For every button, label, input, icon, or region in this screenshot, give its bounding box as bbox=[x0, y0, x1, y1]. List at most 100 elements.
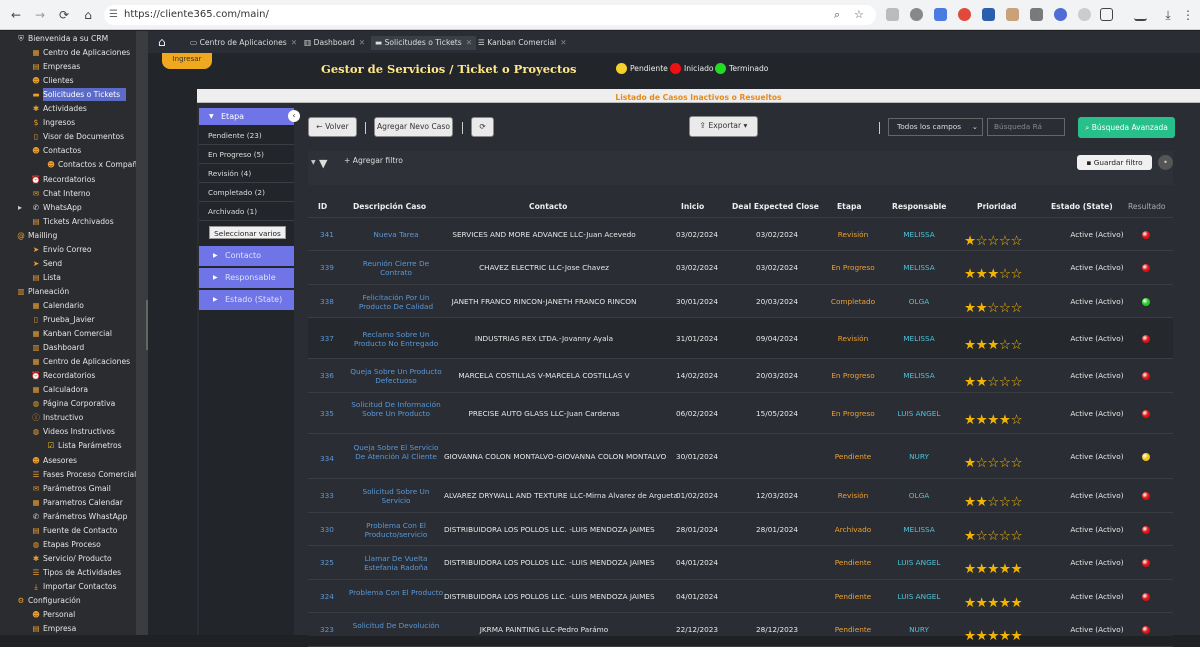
star-filled-icon[interactable]: ★ bbox=[964, 374, 976, 390]
back-button[interactable]: ← Volver bbox=[308, 117, 357, 137]
star-empty-icon[interactable]: ☆ bbox=[1010, 374, 1022, 390]
tab-dashboard[interactable]: ▥ Dashboard ✕ bbox=[304, 36, 365, 50]
star-filled-icon[interactable]: ★ bbox=[964, 233, 976, 249]
col-etapa[interactable]: Etapa bbox=[837, 202, 862, 211]
col-contacto[interactable]: Contacto bbox=[529, 202, 567, 211]
sidebar-item-whatsapp[interactable]: ✆ WhatsApp bbox=[33, 201, 82, 214]
extension-icon-3[interactable] bbox=[934, 8, 947, 21]
caret-down-icon[interactable]: ▼ bbox=[311, 159, 316, 166]
star-empty-icon[interactable]: ☆ bbox=[999, 494, 1011, 510]
star-filled-icon[interactable]: ★ bbox=[987, 561, 999, 577]
sidebar-item-recordatorios[interactable]: ⏰ Recordatorios bbox=[31, 173, 95, 186]
star-filled-icon[interactable]: ★ bbox=[964, 412, 976, 428]
close-icon[interactable]: ✕ bbox=[560, 38, 566, 47]
star-filled-icon[interactable]: ★ bbox=[964, 595, 976, 611]
sidebar-item-send[interactable]: ➤ Send bbox=[33, 257, 62, 270]
export-button[interactable]: ⇪ Exportar ▾ bbox=[689, 116, 758, 137]
close-icon[interactable]: ✕ bbox=[466, 38, 472, 47]
priority-stars[interactable]: ★★☆☆☆ bbox=[964, 300, 1023, 316]
sidebar-item-parámetros-whastapp[interactable]: ✆ Parámetros WhastApp bbox=[33, 510, 128, 523]
filter-options-icon[interactable]: • bbox=[1158, 155, 1173, 170]
sidebar-item-solicitudes-o-tickets[interactable]: ▬ Solicitudes o Tickets bbox=[32, 88, 127, 102]
filter-option-en-progreso[interactable]: En Progreso (5) bbox=[199, 146, 294, 164]
sidebar-item-calendario[interactable]: ▦ Calendario bbox=[32, 299, 83, 312]
priority-stars[interactable]: ★★★★★ bbox=[964, 628, 1023, 644]
star-empty-icon[interactable]: ☆ bbox=[1010, 337, 1022, 353]
star-empty-icon[interactable]: ☆ bbox=[1010, 528, 1022, 544]
puzzle-extensions-icon[interactable] bbox=[1100, 8, 1113, 21]
star-filled-icon[interactable]: ★ bbox=[976, 300, 988, 316]
star-empty-icon[interactable]: ☆ bbox=[987, 528, 999, 544]
close-icon[interactable]: ✕ bbox=[359, 38, 365, 47]
priority-stars[interactable]: ★★★☆☆ bbox=[964, 266, 1023, 282]
star-empty-icon[interactable]: ☆ bbox=[976, 455, 988, 471]
star-empty-icon[interactable]: ☆ bbox=[987, 233, 999, 249]
star-filled-icon[interactable]: ★ bbox=[1010, 595, 1022, 611]
case-id-link[interactable]: 325 bbox=[320, 558, 334, 567]
extension-icon-2[interactable] bbox=[910, 8, 923, 21]
sidebar-item-contactos[interactable]: ☻ Contactos bbox=[32, 144, 81, 157]
tab-centro-aplicaciones[interactable]: ▭ Centro de Aplicaciones ✕ bbox=[190, 36, 297, 50]
tab-kanban[interactable]: ☰ Kanban Comercial ✕ bbox=[478, 36, 567, 50]
extension-icon-6[interactable] bbox=[1006, 8, 1019, 21]
star-empty-icon[interactable]: ☆ bbox=[987, 494, 999, 510]
priority-stars[interactable]: ★☆☆☆☆ bbox=[964, 455, 1023, 471]
case-id-link[interactable]: 338 bbox=[320, 297, 334, 306]
filter-group-estado[interactable]: ▶ Estado (State) bbox=[199, 290, 294, 310]
star-empty-icon[interactable]: ☆ bbox=[1010, 412, 1022, 428]
star-filled-icon[interactable]: ★ bbox=[1010, 561, 1022, 577]
extension-icon-4[interactable] bbox=[958, 8, 971, 21]
star-empty-icon[interactable]: ☆ bbox=[999, 266, 1011, 282]
extension-icon-5[interactable] bbox=[982, 8, 995, 21]
filter-option-revision[interactable]: Revisión (4) bbox=[199, 165, 294, 183]
case-id-link[interactable]: 330 bbox=[320, 525, 334, 534]
ingresar-button[interactable]: Ingresar bbox=[162, 53, 212, 69]
sidebar-item-visor-de-documentos[interactable]: ▯ Visor de Documentos bbox=[34, 130, 124, 143]
star-filled-icon[interactable]: ★ bbox=[964, 337, 976, 353]
table-row[interactable]: 334 Queja Sobre El Servicio De Atención A… bbox=[308, 434, 1173, 479]
sidebar-item-personal[interactable]: ☻ Personal bbox=[32, 608, 75, 621]
col-inicio[interactable]: Inicio bbox=[681, 202, 704, 211]
star-filled-icon[interactable]: ★ bbox=[976, 561, 988, 577]
home-icon[interactable]: ⌂ bbox=[158, 35, 166, 49]
select-multiple-button[interactable]: Seleccionar varios bbox=[209, 226, 286, 239]
case-id-link[interactable]: 337 bbox=[320, 334, 334, 343]
sidebar-item-dashboard[interactable]: ▥ Dashboard bbox=[32, 341, 84, 354]
star-filled-icon[interactable]: ★ bbox=[964, 561, 976, 577]
case-description-link[interactable]: Solicitud Sobre Un Servicio bbox=[348, 487, 444, 505]
star-empty-icon[interactable]: ☆ bbox=[999, 233, 1011, 249]
filter-option-completado[interactable]: Completado (2) bbox=[199, 184, 294, 202]
star-empty-icon[interactable]: ☆ bbox=[999, 300, 1011, 316]
extension-icon-9[interactable] bbox=[1078, 8, 1091, 21]
case-id-link[interactable]: 324 bbox=[320, 592, 334, 601]
star-empty-icon[interactable]: ☆ bbox=[976, 528, 988, 544]
sidebar-item-clientes[interactable]: ☻ Clientes bbox=[32, 74, 74, 87]
case-id-link[interactable]: 333 bbox=[320, 491, 334, 500]
star-empty-icon[interactable]: ☆ bbox=[1010, 266, 1022, 282]
back-arrow-icon[interactable]: ← bbox=[8, 7, 24, 23]
sidebar-item-chat-interno[interactable]: ✉ Chat Interno bbox=[33, 187, 90, 200]
site-info-icon[interactable]: ☰ bbox=[109, 5, 118, 25]
bookmark-star-icon[interactable]: ☆ bbox=[854, 5, 864, 25]
reading-list-icon[interactable] bbox=[1134, 8, 1147, 21]
sidebar-item-envío-correo[interactable]: ➤ Envío Correo bbox=[33, 243, 92, 256]
table-row[interactable]: 330 Problema Con El Producto/servicio DIST… bbox=[308, 513, 1173, 546]
star-empty-icon[interactable]: ☆ bbox=[987, 374, 999, 390]
star-filled-icon[interactable]: ★ bbox=[987, 595, 999, 611]
download-icon[interactable]: ⤓ bbox=[1160, 7, 1176, 23]
col-resultado[interactable]: Resultado bbox=[1128, 202, 1166, 211]
star-filled-icon[interactable]: ★ bbox=[964, 628, 976, 644]
star-filled-icon[interactable]: ★ bbox=[964, 266, 976, 282]
table-row[interactable]: 339 Reunión Cierre De Contrato CHAVEZ ELEC… bbox=[308, 251, 1173, 285]
sidebar-item-empresas[interactable]: ▤ Empresas bbox=[32, 60, 80, 73]
tab-solicitudes[interactable]: ▬ Solicitudes o Tickets ✕ bbox=[371, 36, 477, 50]
zoom-icon[interactable]: ⌕ bbox=[834, 5, 840, 25]
case-description-link[interactable]: Reclamo Sobre Un Producto No Entregado bbox=[348, 330, 444, 348]
sidebar-item-empresa[interactable]: ▤ Empresa bbox=[32, 622, 76, 635]
table-row[interactable]: 338 Felicitación Por Un Producto De Calid… bbox=[308, 285, 1173, 318]
star-filled-icon[interactable]: ★ bbox=[976, 374, 988, 390]
star-filled-icon[interactable]: ★ bbox=[987, 412, 999, 428]
sidebar-item-prueba-javier[interactable]: ▯ Prueba_Javier bbox=[34, 313, 95, 326]
case-description-link[interactable]: Solicitud De Devolución bbox=[348, 621, 444, 630]
case-description-link[interactable]: Queja Sobre El Servicio De Atención Al C… bbox=[348, 443, 444, 461]
